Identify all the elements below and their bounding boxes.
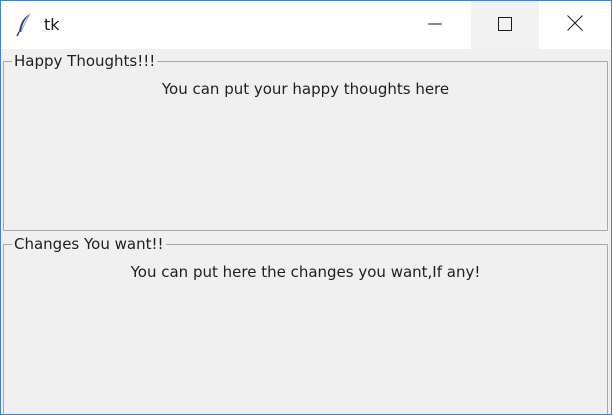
frame-message: You can put your happy thoughts here [161, 80, 450, 98]
frame-legend: Changes You want!! [12, 235, 166, 253]
close-button[interactable] [541, 1, 609, 49]
tk-feather-icon [15, 13, 33, 37]
minimize-icon [428, 16, 442, 35]
title-bar[interactable]: tk [1, 1, 611, 49]
happy-thoughts-frame: Happy Thoughts!!! You can put your happy… [3, 52, 608, 231]
window-content: Happy Thoughts!!! You can put your happy… [1, 49, 611, 414]
changes-frame: Changes You want!! You can put here the … [3, 235, 608, 414]
minimize-button[interactable] [401, 1, 469, 49]
frame-message: You can put here the changes you want,If… [130, 263, 481, 281]
tk-window: tk Happy Thoughts!!! You can put your ha… [0, 0, 612, 415]
window-title: tk [44, 15, 60, 34]
maximize-icon [498, 16, 512, 35]
frame-legend: Happy Thoughts!!! [12, 52, 158, 70]
maximize-button[interactable] [471, 1, 539, 49]
close-icon [567, 15, 583, 35]
